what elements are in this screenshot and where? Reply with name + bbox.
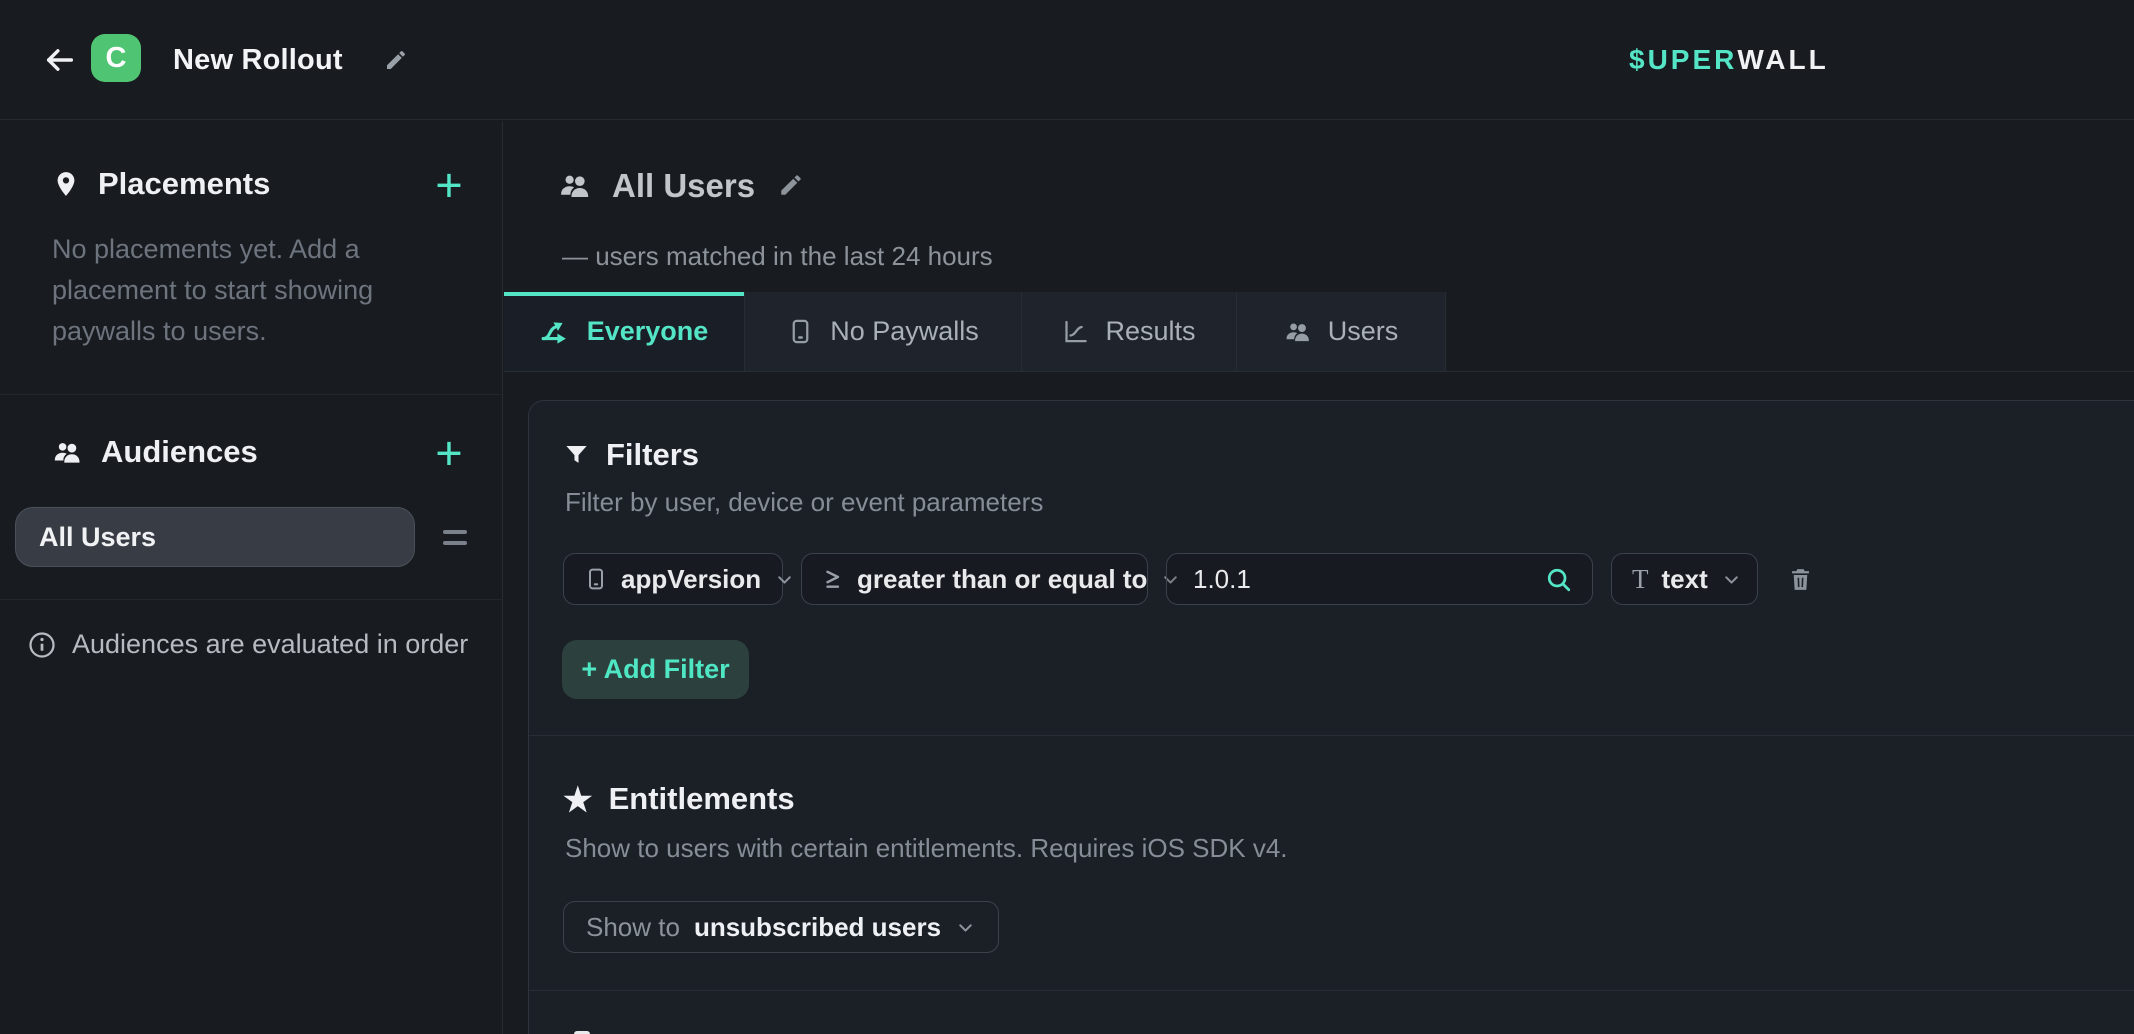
app-avatar[interactable]: C bbox=[91, 34, 141, 82]
chevron-down-icon bbox=[774, 569, 795, 590]
filter-row: appVersion greater than or equal to bbox=[563, 553, 1814, 605]
tab-results-label: Results bbox=[1105, 316, 1195, 347]
audiences-header: Audiences + bbox=[52, 426, 472, 478]
audience-people-icon bbox=[558, 169, 592, 203]
tab-results[interactable]: Results bbox=[1022, 292, 1237, 371]
text-type-icon: T bbox=[1632, 564, 1649, 595]
filter-value-field bbox=[1166, 553, 1593, 605]
filter-value-input[interactable] bbox=[1167, 554, 1592, 604]
show-to-label: Show to bbox=[586, 912, 680, 943]
add-audience-button[interactable]: + bbox=[426, 426, 472, 478]
placements-header: Placements + bbox=[52, 158, 472, 210]
greater-equal-icon bbox=[822, 568, 844, 590]
split-arrows-icon bbox=[540, 316, 571, 347]
edit-audience-name-icon[interactable] bbox=[778, 172, 804, 203]
audiences-title: Audiences bbox=[101, 434, 258, 470]
drag-handle[interactable] bbox=[443, 525, 467, 549]
filters-title: Filters bbox=[606, 437, 699, 473]
filter-type-value: text bbox=[1662, 564, 1708, 595]
top-bar: C New Rollout $UPERWALL bbox=[0, 0, 2134, 120]
results-chart-icon bbox=[1062, 318, 1089, 345]
sidebar-divider-2 bbox=[0, 599, 502, 600]
section-divider-2 bbox=[529, 990, 2134, 991]
sidebar-divider bbox=[0, 394, 502, 395]
placements-empty-text: No placements yet. Add a placement to st… bbox=[52, 229, 424, 352]
users-people-icon bbox=[1284, 318, 1312, 346]
superwall-logo: $UPERWALL bbox=[1629, 0, 1829, 120]
filter-type-dropdown[interactable]: T text bbox=[1611, 553, 1758, 605]
tab-users[interactable]: Users bbox=[1237, 292, 1446, 371]
location-pin-icon bbox=[52, 170, 80, 198]
trash-icon bbox=[1787, 566, 1814, 593]
add-placement-button[interactable]: + bbox=[426, 158, 472, 210]
entitlements-header: ★ Entitlements bbox=[563, 781, 795, 817]
back-button[interactable] bbox=[38, 38, 82, 82]
audience-title: All Users bbox=[612, 167, 755, 205]
tab-no-paywalls-label: No Paywalls bbox=[830, 316, 979, 347]
logo-teal-part: $UPER bbox=[1629, 44, 1737, 76]
tab-bar: Everyone No Paywalls Results Users bbox=[504, 292, 2134, 372]
add-filter-button[interactable]: + Add Filter bbox=[562, 640, 749, 699]
audience-item-all-users[interactable]: All Users bbox=[15, 507, 415, 567]
tab-everyone[interactable]: Everyone bbox=[504, 292, 745, 371]
audiences-note: Audiences are evaluated in order bbox=[27, 629, 468, 660]
back-arrow-icon bbox=[43, 43, 77, 77]
search-icon[interactable] bbox=[1544, 565, 1574, 600]
section-divider bbox=[529, 735, 2134, 736]
phone-icon bbox=[787, 318, 814, 345]
filter-operator-value: greater than or equal to bbox=[857, 564, 1147, 595]
show-to-value: unsubscribed users bbox=[694, 912, 941, 943]
sidebar: Placements + No placements yet. Add a pl… bbox=[0, 121, 503, 1034]
star-icon: ★ bbox=[563, 783, 593, 816]
device-phone-icon bbox=[584, 567, 608, 591]
entitlements-title: Entitlements bbox=[609, 781, 795, 817]
chevron-down-icon bbox=[955, 917, 976, 938]
placements-title: Placements bbox=[98, 166, 270, 202]
filter-operator-dropdown[interactable]: greater than or equal to bbox=[801, 553, 1148, 605]
delete-filter-button[interactable] bbox=[1787, 566, 1814, 593]
chevron-down-icon bbox=[1721, 569, 1742, 590]
audience-item-label: All Users bbox=[39, 522, 156, 553]
tab-everyone-label: Everyone bbox=[587, 316, 709, 347]
tab-no-paywalls[interactable]: No Paywalls bbox=[745, 292, 1022, 371]
entitlements-subtitle: Show to users with certain entitlements.… bbox=[565, 833, 1288, 864]
filters-subtitle: Filter by user, device or event paramete… bbox=[565, 487, 1043, 518]
app-initial: C bbox=[106, 42, 127, 75]
show-to-dropdown[interactable]: Show to unsubscribed users bbox=[563, 901, 999, 953]
funnel-icon bbox=[563, 442, 590, 469]
app-window: C New Rollout $UPERWALL Placements + No … bbox=[0, 0, 2134, 1034]
filters-header: Filters bbox=[563, 437, 699, 473]
info-icon bbox=[27, 630, 57, 660]
people-icon bbox=[52, 437, 83, 468]
page-title: New Rollout bbox=[173, 0, 343, 120]
filter-property-value: appVersion bbox=[621, 564, 761, 595]
audience-config-card: Filters Filter by user, device or event … bbox=[528, 400, 2134, 1034]
logo-white-part: WALL bbox=[1737, 44, 1828, 76]
edit-title-icon[interactable] bbox=[384, 48, 408, 77]
audience-subtitle: — users matched in the last 24 hours bbox=[562, 241, 993, 272]
audiences-note-text: Audiences are evaluated in order bbox=[72, 629, 468, 660]
tab-users-label: Users bbox=[1328, 316, 1399, 347]
filter-property-dropdown[interactable]: appVersion bbox=[563, 553, 783, 605]
